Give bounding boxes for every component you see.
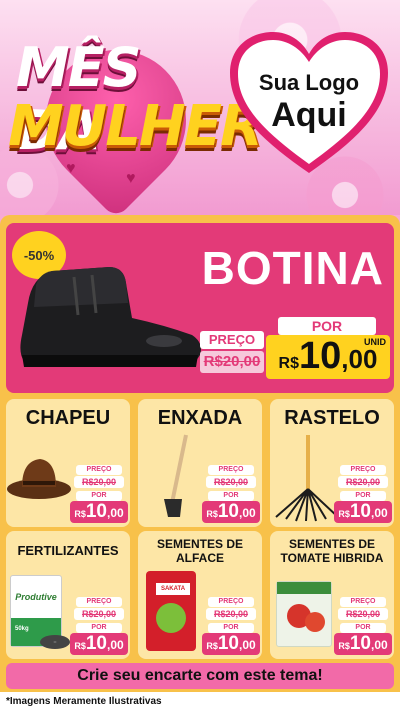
hat-icon <box>7 459 71 499</box>
price-dec: ,00 <box>238 506 256 520</box>
product-card-rastelo[interactable]: RASTELO PREÇO R$20,00 POR R$ 10 ,00 <box>270 399 394 527</box>
new-price: R$ 10 ,00 <box>70 633 128 655</box>
hoe-icon <box>164 434 188 517</box>
boot-icon <box>20 267 202 367</box>
title-line-1: SEMENTES DE <box>288 537 375 551</box>
seed-packet-icon: SAKATA <box>146 571 196 651</box>
title-line-2: ALFACE <box>176 551 224 565</box>
price-label: PREÇO <box>340 465 386 475</box>
old-price: R$20,00 <box>338 608 388 620</box>
price-label: PREÇO <box>76 465 122 475</box>
title-line-2: TOMATE HIBRIDA <box>280 551 384 565</box>
tomato-seed-packet-icon <box>276 581 332 647</box>
price-int: 10 <box>349 501 371 522</box>
price-dec: ,00 <box>106 638 124 652</box>
price-int: 10 <box>85 501 107 522</box>
price-box: PREÇO R$20,00 POR R$ 10 ,00 <box>202 597 262 659</box>
old-price-box: PREÇO R$20,00 <box>200 331 270 375</box>
hero-title: BOTINA <box>201 242 384 294</box>
granules-icon <box>40 635 70 649</box>
product-title: FERTILIZANTES <box>17 543 119 558</box>
new-price: R$ 10 ,00 <box>202 633 260 655</box>
disclaimer-footer: *Imagens Meramente Ilustrativas <box>0 692 400 711</box>
campaign-title: MÊS DA MULHER ♥ ♥ <box>6 21 263 215</box>
product-card-enxada[interactable]: ENXADA PREÇO R$20,00 POR R$ 10 ,00 <box>138 399 262 527</box>
product-title: SEMENTES DE TOMATE HIBRIDA <box>270 537 394 565</box>
price-label: PREÇO <box>208 465 254 475</box>
package-weight: 50kg <box>15 626 29 632</box>
price-int: 10 <box>217 501 239 522</box>
old-price: R$20,00 <box>338 476 388 488</box>
currency: R$ <box>74 509 86 519</box>
price-box: PREÇO R$20,00 POR R$ 10 ,00 <box>334 465 394 527</box>
price-box: PREÇO R$20,00 POR R$ 10 ,00 <box>202 465 262 527</box>
new-price: R$ 10 ,00 <box>202 501 260 523</box>
unit-label: UNID <box>364 337 386 347</box>
old-price: R$20,00 <box>74 608 124 620</box>
new-price: R$ 10 ,00 <box>334 501 392 523</box>
price-label: PREÇO <box>76 597 122 607</box>
hero-product-card[interactable]: -50% BOTINA PREÇO R$20,00 POR R$ 10 ,00 … <box>6 223 394 393</box>
logo-text-line2: Aqui <box>271 96 347 134</box>
old-price: R$20,00 <box>206 608 256 620</box>
product-card-sementes-tomate[interactable]: SEMENTES DE TOMATE HIBRIDA PREÇO R$20,00… <box>270 531 394 659</box>
currency: R$ <box>338 509 350 519</box>
product-title: ENXADA <box>157 407 243 429</box>
price-dec: ,00 <box>370 638 388 652</box>
currency: R$ <box>74 641 86 651</box>
price-label: PREÇO <box>208 597 254 607</box>
package-brand: SAKATA <box>156 583 190 595</box>
header-banner: MÊS DA MULHER ♥ ♥ Sua Logo Aqui <box>0 0 400 215</box>
product-card-fertilizantes[interactable]: FERTILIZANTES Produtive 50kg PREÇO R$20,… <box>6 531 130 659</box>
por-label: POR <box>76 491 122 501</box>
price-dec: ,00 <box>370 506 388 520</box>
price-int: 10 <box>299 335 342 377</box>
price-int: 10 <box>217 633 239 654</box>
package-brand: Produtive <box>15 592 57 602</box>
price-int: 10 <box>85 633 107 654</box>
product-title: RASTELO <box>284 407 380 429</box>
price-label: PREÇO <box>340 597 386 607</box>
por-label: POR <box>340 623 386 633</box>
new-price: R$ 10 ,00 UNID <box>266 335 390 379</box>
currency: R$ <box>206 509 218 519</box>
small-heart-icon: ♥ <box>126 170 136 187</box>
old-price: R$20,00 <box>206 476 256 488</box>
por-label: POR <box>278 317 376 335</box>
cta-banner[interactable]: Crie seu encarte com este tema! <box>6 663 394 689</box>
price-dec: ,00 <box>341 344 378 374</box>
price-int: 10 <box>349 633 371 654</box>
currency: R$ <box>338 641 350 651</box>
price-label: PREÇO <box>200 331 264 349</box>
product-card-chapeu[interactable]: CHAPEU PREÇO R$20,00 POR R$ 10 ,00 <box>6 399 130 527</box>
logo-text-line1: Sua Logo <box>258 70 360 95</box>
title-line-1: SEMENTES DE <box>156 537 243 551</box>
product-title: CHAPEU <box>25 407 111 429</box>
price-dec: ,00 <box>106 506 124 520</box>
price-box: PREÇO R$20,00 POR R$ 10 ,00 <box>70 597 130 659</box>
price-dec: ,00 <box>238 638 256 652</box>
price-box: PREÇO R$20,00 POR R$ 10 ,00 <box>334 597 394 659</box>
por-label: POR <box>208 491 254 501</box>
por-label: POR <box>340 491 386 501</box>
currency: R$ <box>278 355 299 372</box>
old-price: R$20,00 <box>74 476 124 488</box>
new-price: R$ 10 ,00 <box>70 501 128 523</box>
small-heart-icon: ♥ <box>66 160 76 177</box>
por-label: POR <box>76 623 122 633</box>
price-box: PREÇO R$20,00 POR R$ 10 ,00 <box>70 465 130 527</box>
new-price: R$ 10 ,00 <box>334 633 392 655</box>
currency: R$ <box>206 641 218 651</box>
por-label: POR <box>208 623 254 633</box>
product-title: SEMENTES DE ALFACE <box>138 537 262 565</box>
old-price: R$20,00 <box>200 351 264 373</box>
title-line-2: MULHER <box>8 94 263 159</box>
offers-panel: -50% BOTINA PREÇO R$20,00 POR R$ 10 ,00 … <box>0 215 400 692</box>
logo-placeholder[interactable]: Sua Logo Aqui <box>226 28 392 178</box>
product-card-sementes-alface[interactable]: SEMENTES DE ALFACE SAKATA PREÇO R$20,00 … <box>138 531 262 659</box>
